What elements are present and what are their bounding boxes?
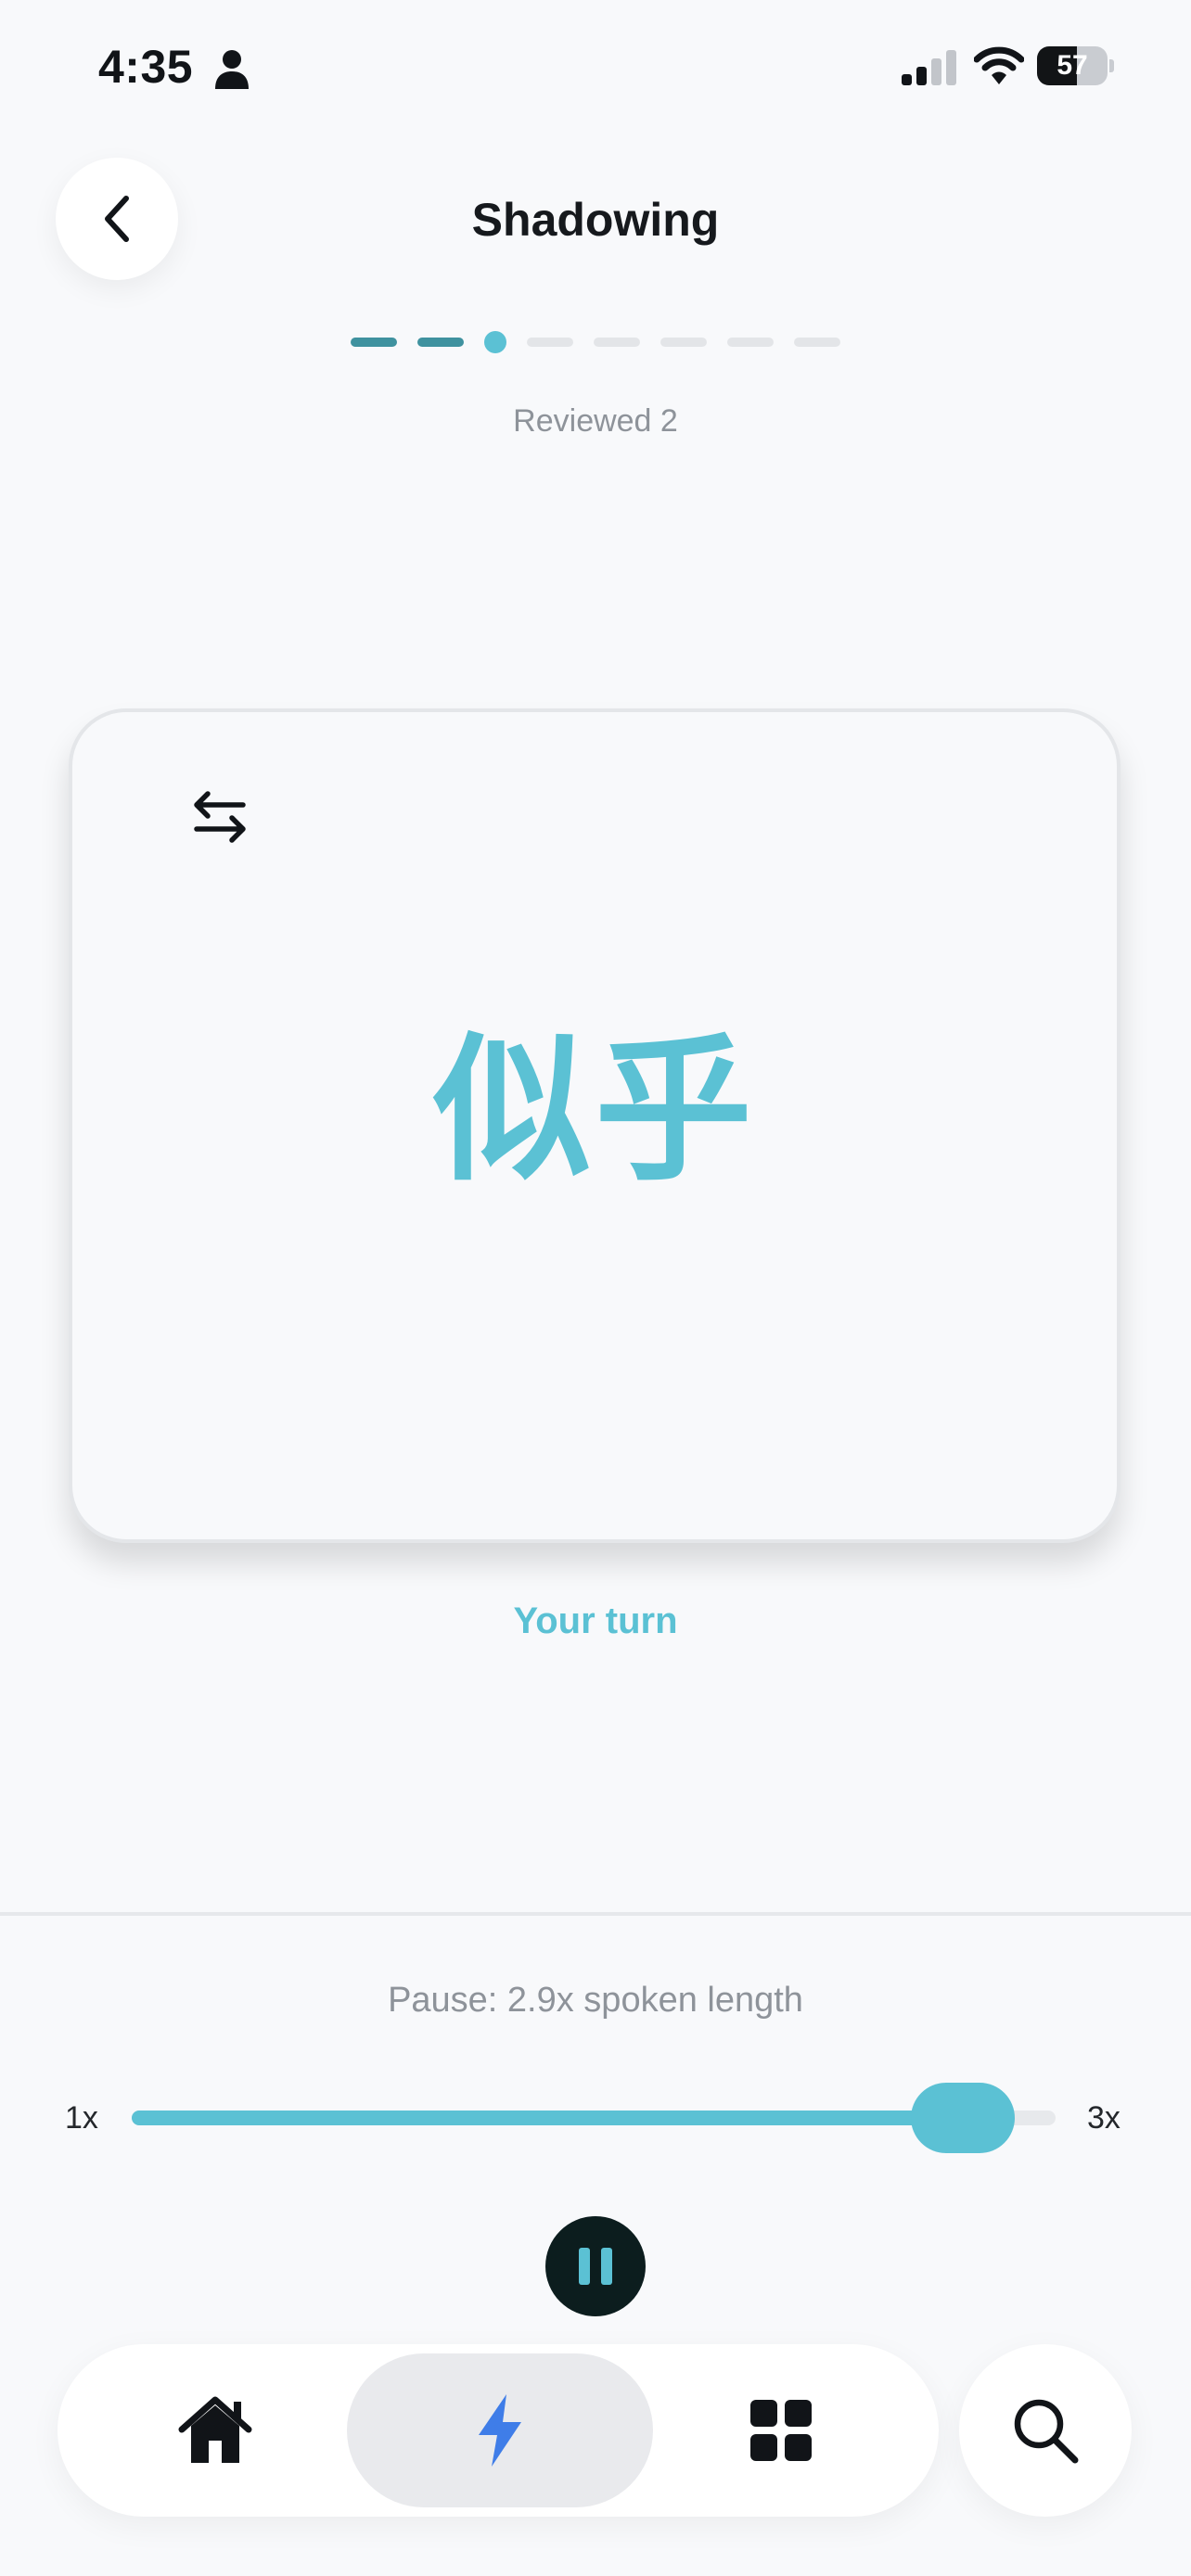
progress-segment: [417, 338, 464, 347]
your-turn-label: Your turn: [513, 1600, 678, 1641]
signal-bar: [946, 50, 956, 85]
pause-length-slider[interactable]: [132, 2083, 1056, 2153]
swap-arrows-icon: [194, 791, 246, 843]
person-icon: [215, 50, 249, 89]
progress-segment: [527, 338, 573, 347]
reviewed-count: Reviewed 2: [513, 403, 678, 439]
card-word: 似乎: [432, 1023, 756, 1199]
progress-segment: [594, 338, 640, 347]
progress-segment: [727, 338, 774, 347]
nav-practice[interactable]: [347, 2353, 653, 2507]
nav-apps[interactable]: [688, 2353, 874, 2507]
search-icon: [1014, 2399, 1079, 2464]
signal-bar: [931, 58, 941, 85]
battery-icon: 57: [1037, 46, 1115, 85]
signal-bar: [902, 74, 912, 85]
nav-home[interactable]: [122, 2353, 308, 2507]
slider-min-label: 1x: [65, 2100, 98, 2136]
swap-button[interactable]: [186, 783, 254, 851]
progress-segment: [660, 338, 707, 347]
home-icon: [178, 2396, 252, 2463]
lightning-icon: [479, 2394, 521, 2467]
divider: [0, 1912, 1191, 1916]
slider-max-label: 3x: [1087, 2100, 1121, 2136]
progress-segment: [351, 338, 397, 347]
progress-current-dot: [484, 331, 506, 353]
slider-fill: [132, 2111, 963, 2125]
progress-segment: [794, 338, 840, 347]
signal-icon: [902, 50, 956, 85]
progress-indicator: [0, 330, 1191, 353]
grid-icon: [750, 2400, 812, 2461]
slider-thumb[interactable]: [910, 2083, 1015, 2153]
pause-length-text: Pause: 2.9x spoken length: [388, 1981, 803, 2020]
bottom-nav: [58, 2344, 939, 2517]
wifi-icon: [974, 46, 1024, 84]
signal-bar: [916, 67, 927, 85]
pause-button[interactable]: [545, 2216, 646, 2316]
pause-icon: [579, 2248, 590, 2285]
status-time: 4:35: [98, 41, 194, 93]
battery-level: 57: [1057, 50, 1088, 81]
flashcard[interactable]: 似乎: [69, 708, 1121, 1543]
page-title: Shadowing: [471, 194, 720, 246]
search-button[interactable]: [959, 2344, 1132, 2517]
